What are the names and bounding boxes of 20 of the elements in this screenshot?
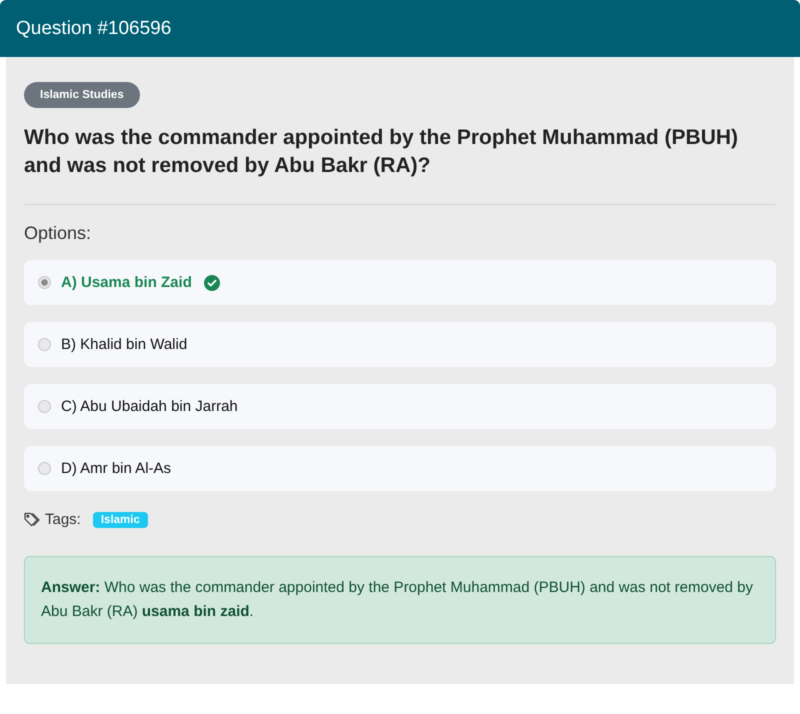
radio-button[interactable] — [38, 276, 51, 289]
tags-label: Tags: — [45, 511, 81, 528]
tags-icon — [24, 512, 41, 527]
category-badge: Islamic Studies — [24, 82, 140, 108]
question-text: Who was the commander appointed by the Prophet Muhammad (PBUH) and was not removed by Abu Bakr (RA)? — [24, 124, 776, 205]
option-row[interactable]: A) Usama bin Zaid — [24, 260, 776, 305]
options-label: Options: — [24, 223, 92, 244]
option-label: C) Abu Ubaidah bin Jarrah — [61, 398, 238, 415]
radio-button[interactable] — [38, 462, 51, 475]
radio-button[interactable] — [38, 338, 51, 351]
option-row[interactable]: D) Amr bin Al-As — [24, 446, 776, 491]
option-row[interactable]: C) Abu Ubaidah bin Jarrah — [24, 384, 776, 429]
check-circle-icon — [204, 274, 220, 290]
option-label: A) Usama bin Zaid — [61, 274, 192, 291]
answer-text: Answer: Who was the commander appointed by the Prophet Muhammad (PBUH) and was not removed by Abu Bakr (RA) usama bin zaid. — [41, 578, 754, 622]
option-label: D) Amr bin Al-As — [61, 460, 172, 477]
option-label: B) Khalid bin Walid — [61, 336, 188, 353]
option-row[interactable]: B) Khalid bin Walid — [24, 322, 776, 367]
radio-button[interactable] — [38, 400, 51, 413]
page-title: Question #106596 — [16, 18, 172, 40]
